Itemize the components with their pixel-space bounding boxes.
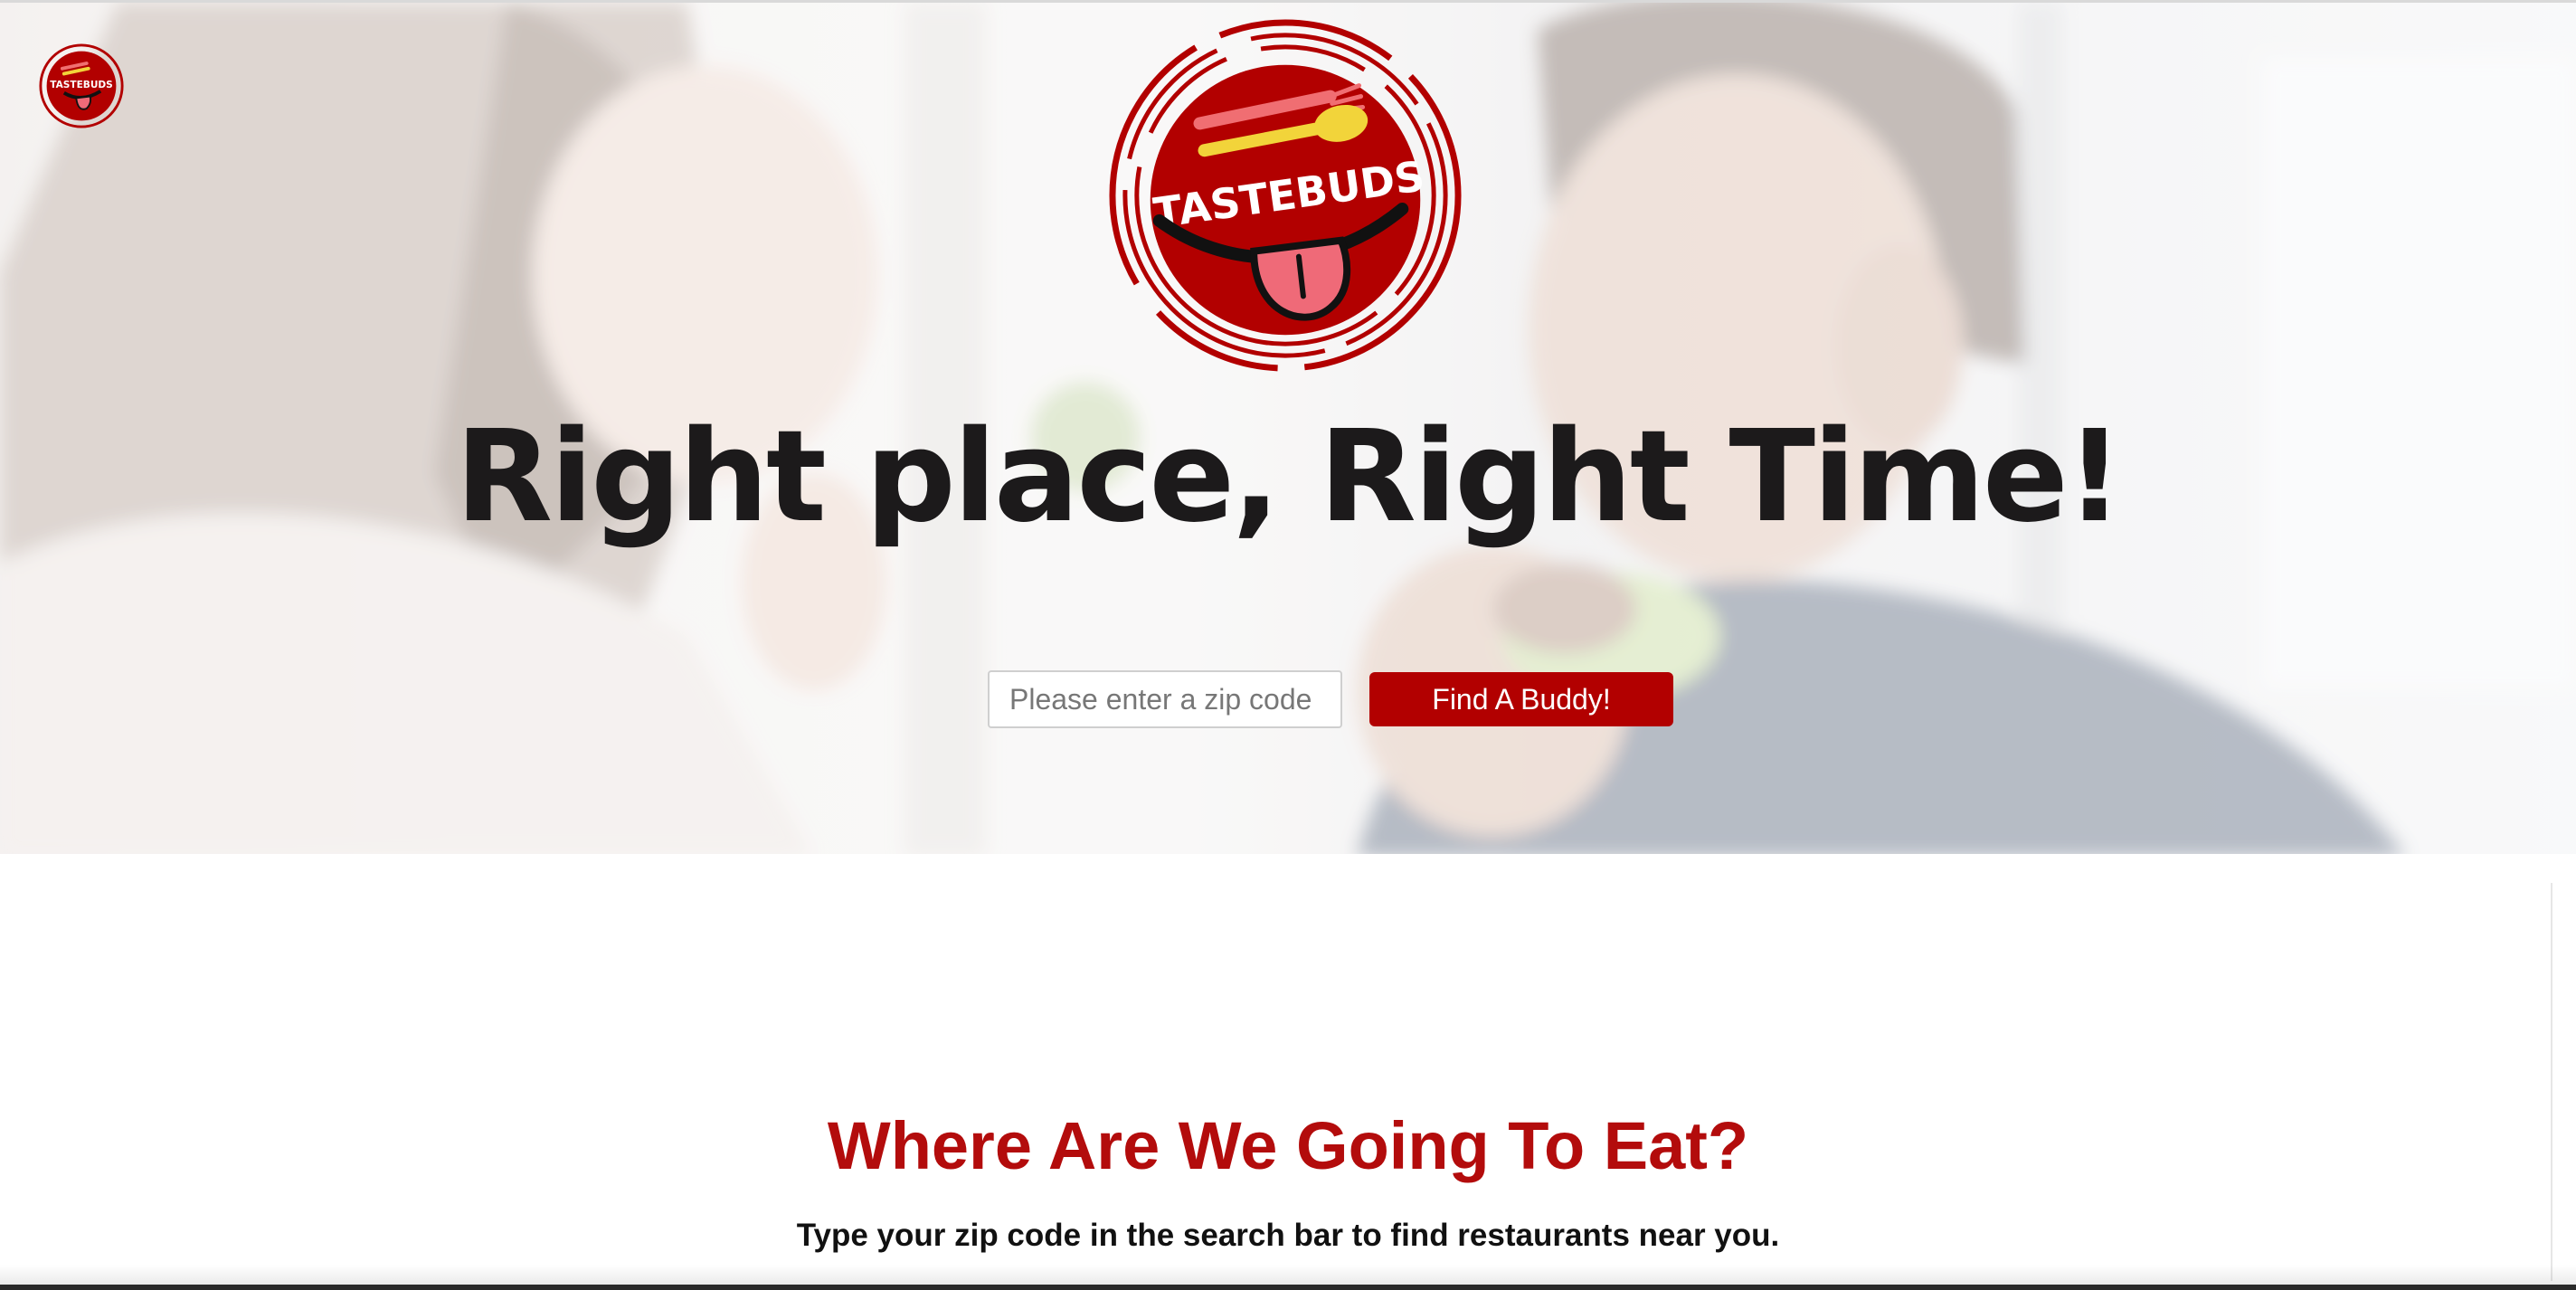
- tastebuds-logo-icon[interactable]: TASTEBUDS: [38, 43, 125, 129]
- zip-code-input[interactable]: [988, 670, 1342, 728]
- page-edge-divider: [2551, 883, 2552, 1281]
- find-a-buddy-button[interactable]: Find A Buddy!: [1369, 672, 1673, 726]
- svg-text:TASTEBUDS: TASTEBUDS: [50, 80, 113, 90]
- hero-banner: TASTEBUDS TASTEBUDS Right place, Right T…: [0, 0, 2576, 854]
- bottom-bar: [0, 1285, 2576, 1290]
- section-title: Where Are We Going To Eat?: [827, 1108, 1749, 1183]
- hero-headline: Right place, Right Time!: [455, 403, 2123, 551]
- tastebuds-main-logo: TASTEBUDS: [1109, 19, 1462, 372]
- section-subtitle: Type your zip code in the search bar to …: [796, 1218, 1780, 1253]
